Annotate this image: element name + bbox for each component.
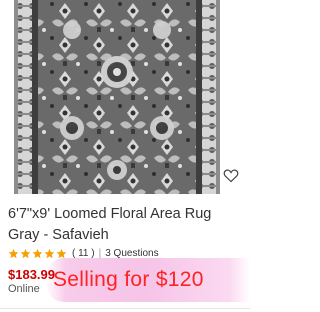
rating-separator: | [98, 247, 102, 259]
availability-label: Online [8, 283, 40, 295]
favorite-button[interactable] [220, 164, 242, 186]
product-image[interactable] [14, 0, 220, 194]
product-title[interactable]: 6'7"x9' Loomed Floral Area Rug Gray - Sa… [8, 204, 244, 246]
star-rating [8, 248, 68, 259]
star-icon [32, 248, 43, 259]
questions-link[interactable]: 3 Questions [105, 248, 158, 259]
rating-count[interactable]: ( 11 ) [72, 248, 95, 259]
selling-price-annotation: Selling for $120 [53, 268, 204, 291]
product-image-area[interactable] [0, 0, 250, 196]
star-icon [44, 248, 55, 259]
rug-illustration [14, 0, 220, 194]
heart-outline-icon [223, 169, 239, 182]
divider [0, 308, 250, 309]
product-price: $183.99 [8, 267, 55, 282]
star-icon [20, 248, 31, 259]
star-icon [56, 248, 67, 259]
star-icon [8, 248, 19, 259]
